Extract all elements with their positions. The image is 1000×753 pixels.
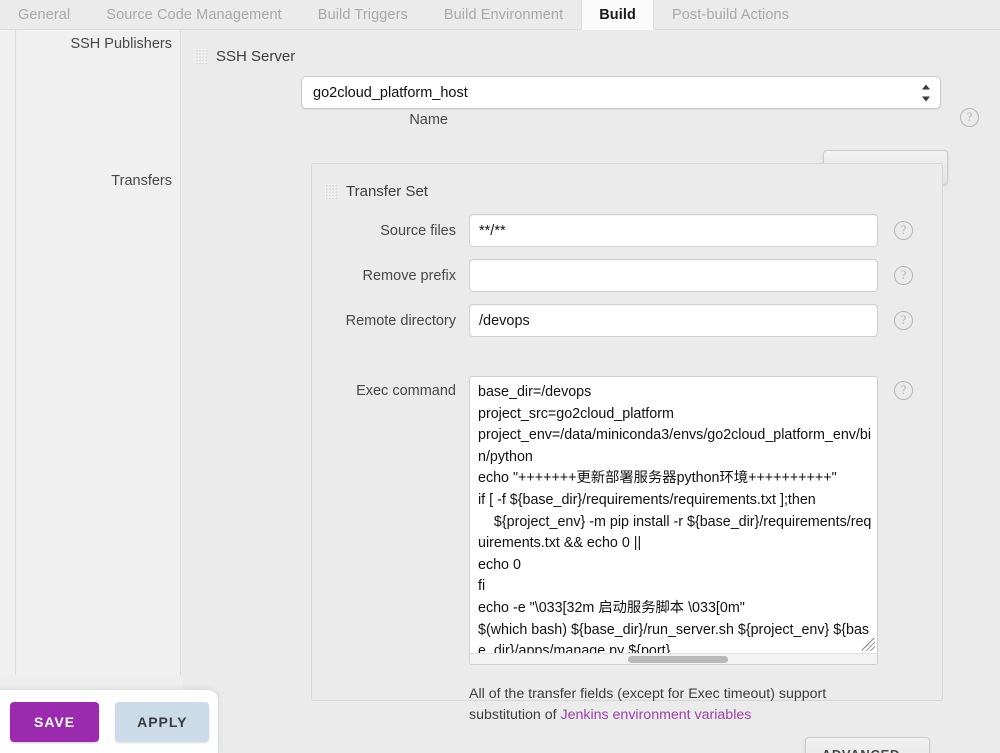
form-action-bar: SAVE APPLY <box>0 689 219 753</box>
transfer-set-title: Transfer Set <box>346 183 428 200</box>
remove-prefix-input[interactable] <box>469 259 878 292</box>
exec-command-value: base_dir=/devops project_src=go2cloud_pl… <box>478 382 873 663</box>
ssh-server-header: SSH Server <box>194 48 295 65</box>
source-files-help-icon[interactable]: ? <box>894 221 913 240</box>
scrollbar-thumb[interactable] <box>628 656 728 663</box>
form-label-column: SSH Publishers Transfers <box>17 30 181 675</box>
ssh-server-name-label: Name <box>182 112 448 128</box>
left-gutter <box>0 30 16 675</box>
tab-post-build-actions[interactable]: Post-build Actions <box>654 0 807 29</box>
remote-directory-help-icon[interactable]: ? <box>894 311 913 330</box>
tab-label: Source Code Management <box>106 7 282 23</box>
ssh-server-name-select[interactable]: go2cloud_platform_host <box>301 76 941 109</box>
select-stepper-icon <box>921 84 930 101</box>
tab-label: General <box>18 7 70 23</box>
ssh-server-name-help-icon[interactable]: ? <box>960 108 979 127</box>
remove-prefix-label: Remove prefix <box>312 268 469 284</box>
exec-command-label: Exec command <box>312 376 469 399</box>
transfer-fields-note: All of the transfer fields (except for E… <box>469 684 869 726</box>
horizontal-scrollbar[interactable] <box>470 653 877 664</box>
source-files-input[interactable]: **/** <box>469 214 878 247</box>
field-row-remote-directory: Remote directory /devops ? <box>312 304 944 337</box>
jenkins-environment-variables-link[interactable]: Jenkins environment variables <box>561 707 752 723</box>
remote-directory-value: /devops <box>479 313 530 329</box>
transfers-label: Transfers <box>111 173 172 189</box>
tab-build-environment[interactable]: Build Environment <box>426 0 581 29</box>
transfer-set-advanced-button[interactable]: ADVANCED... <box>805 737 930 753</box>
remote-directory-input[interactable]: /devops <box>469 304 878 337</box>
tab-label: Build Environment <box>444 7 563 23</box>
tab-source-code-management[interactable]: Source Code Management <box>88 0 300 29</box>
ssh-server-name-value: go2cloud_platform_host <box>313 85 468 101</box>
resize-grip-icon[interactable] <box>862 638 875 651</box>
ssh-server-title: SSH Server <box>216 48 295 65</box>
field-row-exec-command: Exec command base_dir=/devops project_sr… <box>312 376 944 665</box>
config-body: SSH Publishers Transfers SSH Server Name… <box>0 30 1000 753</box>
tab-build-triggers[interactable]: Build Triggers <box>300 0 426 29</box>
tab-label: Build Triggers <box>318 7 408 23</box>
save-button[interactable]: SAVE <box>10 702 99 742</box>
field-row-remove-prefix: Remove prefix ? <box>312 259 944 292</box>
transfer-set-panel: Transfer Set Source files **/** ? Remove… <box>311 163 943 701</box>
drag-handle-icon[interactable] <box>194 48 207 65</box>
transfer-set-header: Transfer Set <box>324 183 428 200</box>
ssh-publishers-label: SSH Publishers <box>70 36 172 52</box>
field-row-source-files: Source files **/** ? <box>312 214 944 247</box>
drag-handle-icon[interactable] <box>324 183 337 200</box>
apply-button[interactable]: APPLY <box>115 702 209 742</box>
jenkins-job-config-page: General Source Code Management Build Tri… <box>0 0 1000 753</box>
remove-prefix-help-icon[interactable]: ? <box>894 266 913 285</box>
tab-build[interactable]: Build <box>581 0 654 30</box>
exec-command-textarea[interactable]: base_dir=/devops project_src=go2cloud_pl… <box>469 376 878 665</box>
source-files-label: Source files <box>312 223 469 239</box>
exec-command-help-icon[interactable]: ? <box>894 381 913 400</box>
tab-label: Build <box>599 7 636 23</box>
remote-directory-label: Remote directory <box>312 313 469 329</box>
tab-general[interactable]: General <box>0 0 88 29</box>
source-files-value: **/** <box>479 223 506 239</box>
tab-label: Post-build Actions <box>672 7 789 23</box>
ssh-publishers-panel: SSH Server Name go2cloud_platform_host ?… <box>182 30 1000 753</box>
config-tab-bar: General Source Code Management Build Tri… <box>0 0 1000 30</box>
ssh-server-name-select-wrap: go2cloud_platform_host <box>301 76 941 109</box>
